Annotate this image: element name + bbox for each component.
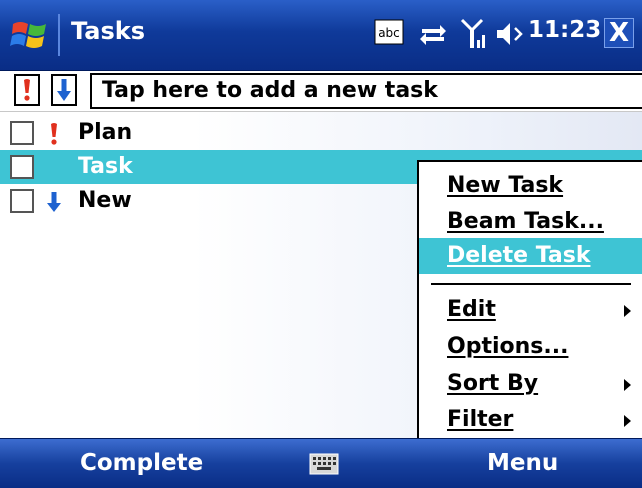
menu-item-beam-task[interactable]: Beam Task... xyxy=(419,204,642,240)
menu-item-label: New Task xyxy=(447,173,564,198)
task-checkbox[interactable] xyxy=(10,121,34,145)
menu-item-delete-task[interactable]: Delete Task xyxy=(419,238,642,274)
menu-item-new-task[interactable]: New Task xyxy=(419,168,642,204)
new-task-input[interactable]: Tap here to add a new task xyxy=(90,73,642,109)
task-label: Task xyxy=(78,154,133,179)
signal-icon[interactable] xyxy=(460,18,488,54)
title-separator xyxy=(58,14,60,56)
app-title: Tasks xyxy=(71,17,146,45)
close-button[interactable]: X xyxy=(604,18,634,48)
menu-item-label: Sort By xyxy=(447,371,539,396)
submenu-arrow-icon xyxy=(624,379,631,391)
menu-item-label: Beam Task... xyxy=(447,209,604,234)
menu-item-label: Options... xyxy=(447,334,569,359)
volume-icon[interactable] xyxy=(495,21,525,51)
low-priority-icon xyxy=(44,190,64,220)
keyboard-icon[interactable] xyxy=(309,453,339,479)
menu-item-edit[interactable]: Edit xyxy=(419,292,642,328)
low-priority-icon[interactable] xyxy=(51,74,77,106)
task-label: Plan xyxy=(78,120,133,145)
menu-item-filter[interactable]: Filter xyxy=(419,402,642,438)
task-label: New xyxy=(78,188,132,213)
title-bar: Tasks abc 11:23 X xyxy=(0,0,642,71)
submenu-arrow-icon xyxy=(624,305,631,317)
task-checkbox[interactable] xyxy=(10,189,34,213)
menu-item-options[interactable]: Options... xyxy=(419,329,642,365)
context-menu: New Task Beam Task... Delete Task Edit O… xyxy=(417,160,642,440)
complete-softkey[interactable]: Complete xyxy=(80,450,203,476)
menu-item-label: Delete Task xyxy=(447,243,591,268)
high-priority-icon xyxy=(44,122,64,152)
task-checkbox[interactable] xyxy=(10,155,34,179)
submenu-arrow-icon xyxy=(624,415,631,427)
menu-item-sort-by[interactable]: Sort By xyxy=(419,366,642,402)
clock[interactable]: 11:23 xyxy=(528,17,601,43)
svg-text:abc: abc xyxy=(378,26,400,40)
menu-separator xyxy=(431,283,631,285)
menu-item-label: Edit xyxy=(447,297,496,322)
windows-start-icon[interactable] xyxy=(10,16,50,54)
add-task-row: Tap here to add a new task xyxy=(0,71,642,112)
connectivity-icon[interactable] xyxy=(418,22,448,50)
menu-item-label: Filter xyxy=(447,407,514,432)
high-priority-icon[interactable] xyxy=(14,74,40,106)
input-method-icon[interactable]: abc xyxy=(374,19,404,49)
menu-softkey[interactable]: Menu xyxy=(487,450,558,476)
softkey-bar: Complete Menu xyxy=(0,438,642,488)
task-row[interactable]: Plan xyxy=(0,116,642,150)
